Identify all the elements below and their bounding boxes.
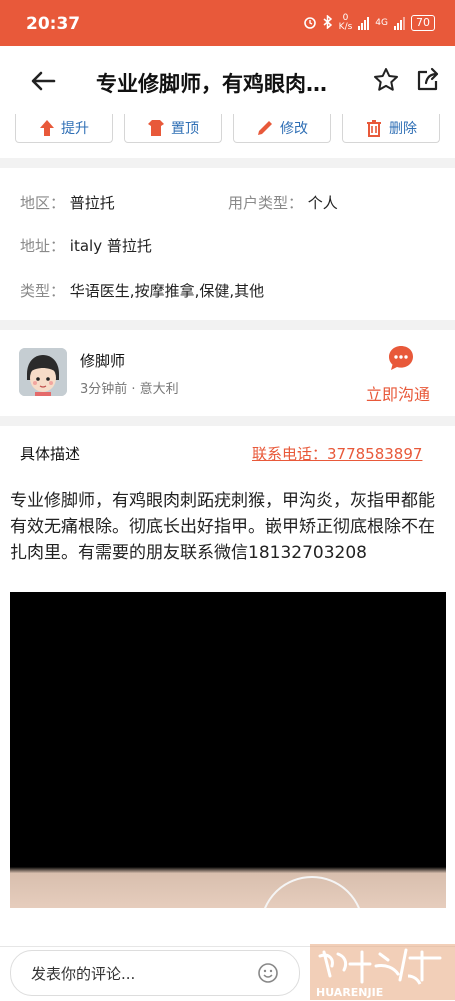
network-type: 4G [375, 18, 388, 28]
status-icons: 0 K/s 4G 70 [303, 14, 435, 32]
signal-icon [358, 16, 370, 30]
address-row: 地址： italy 普拉托 [20, 237, 152, 255]
edit-button[interactable]: 修改 [233, 114, 331, 143]
chat-bubble-icon[interactable] [387, 344, 415, 376]
listing-photo[interactable] [10, 592, 446, 908]
listing-info: 地区： 普拉托 用户类型： 个人 地址： italy 普拉托 类型： 华语医生,… [0, 168, 455, 320]
poster-card: 修脚师 3分钟前 · 意大利 立即沟通 [0, 330, 455, 416]
poster-name: 修脚师 [80, 352, 126, 370]
huarenjie-watermark-logo: HUARENJIE [310, 944, 455, 1000]
poster-meta: 3分钟前 · 意大利 [80, 382, 179, 397]
boost-button[interactable]: 提升 [15, 114, 113, 143]
signal-icon-2 [394, 16, 405, 30]
emoji-icon[interactable] [257, 962, 279, 988]
description-header: 具体描述 联系电话：3778583897 [0, 426, 455, 479]
delete-label: 删除 [389, 121, 417, 137]
category-row: 类型： 华语医生,按摩推拿,保健,其他 [20, 282, 265, 300]
phone-link[interactable]: 联系电话：3778583897 [252, 443, 422, 464]
shirt-icon [148, 120, 164, 136]
up-arrow-icon [40, 120, 54, 136]
description-text: 专业修脚师，有鸡眼肉刺跖疣刺猴，甲沟炎，灰指甲都能有效无痛根除。彻底长出好指甲。… [10, 491, 435, 563]
edit-label: 修改 [280, 121, 308, 137]
net-speed: 0 K/s [338, 13, 353, 32]
usertype-row: 用户类型： 个人 [228, 194, 338, 212]
back-arrow-icon[interactable] [26, 66, 60, 96]
comment-input[interactable]: 发表你的评论... [10, 950, 300, 996]
share-icon[interactable] [414, 66, 442, 98]
pin-top-button[interactable]: 置顶 [124, 114, 222, 143]
action-bar: 提升 置顶 修改 删除 [0, 114, 455, 158]
alarm-icon [303, 15, 317, 32]
favorite-star-icon[interactable] [372, 66, 400, 98]
status-time: 20:37 [26, 14, 81, 34]
status-bar: 20:37 0 K/s 4G 70 [0, 0, 455, 46]
battery-icon: 70 [411, 15, 435, 31]
watermark-text: HUARENJIE [316, 986, 383, 999]
description-content: 专业修脚师，有鸡眼肉刺跖疣刺猴，甲沟炎，灰指甲都能有效无痛根除。彻底长出好指甲。… [0, 478, 455, 946]
title-bar: 专业修脚师，有鸡眼肉刺跖疣刺猴，甲沟炎，灰指甲都能有效无痛根除。 [0, 46, 455, 117]
contact-now-button[interactable]: 立即沟通 [366, 381, 430, 405]
trash-icon [367, 120, 381, 137]
pencil-icon [258, 121, 272, 135]
pin-top-label: 置顶 [171, 121, 199, 137]
avatar[interactable] [19, 348, 67, 396]
region-row: 地区： 普拉托 [20, 194, 115, 212]
description-heading: 具体描述 [20, 445, 81, 463]
photo-ring [260, 876, 364, 908]
comment-placeholder: 发表你的评论... [31, 965, 136, 983]
delete-button[interactable]: 删除 [342, 114, 440, 143]
bluetooth-icon [323, 13, 333, 32]
boost-label: 提升 [61, 121, 89, 137]
page-title: 专业修脚师，有鸡眼肉刺跖疣刺猴，甲沟炎，灰指甲都能有效无痛根除。 [96, 72, 342, 96]
